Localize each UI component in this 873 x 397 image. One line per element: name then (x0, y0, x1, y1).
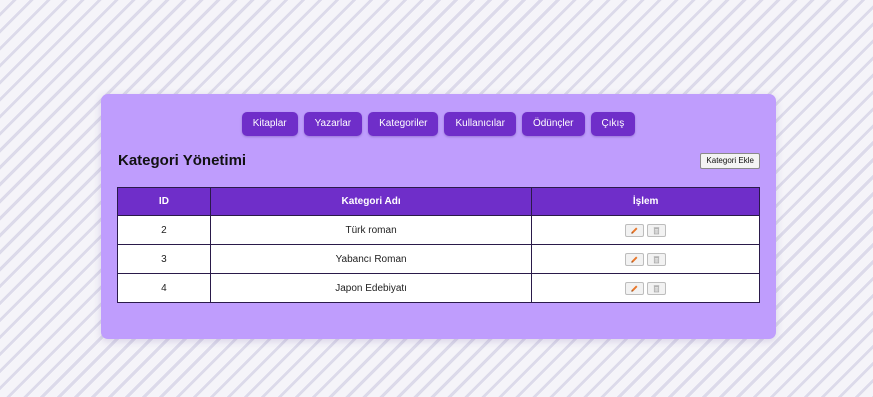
pencil-icon (631, 285, 638, 292)
delete-button[interactable] (647, 281, 667, 295)
column-header-actions: İşlem (531, 187, 760, 216)
column-header-name: Kategori Adı (209, 187, 533, 216)
table-row: 3 Yabancı Roman (117, 244, 760, 274)
nav-bar: Kitaplar Yazarlar Kategoriler Kullanıcıl… (101, 112, 776, 136)
cell-name: Türk roman (209, 215, 533, 245)
trash-icon (653, 226, 660, 234)
edit-button[interactable] (625, 252, 645, 266)
trash-icon (653, 284, 660, 292)
cell-id: 2 (117, 215, 211, 245)
cell-actions (531, 215, 760, 245)
table-row: 2 Türk roman (117, 215, 760, 245)
edit-button[interactable] (625, 223, 645, 237)
nav-button-kitaplar[interactable]: Kitaplar (241, 112, 298, 136)
trash-icon (653, 255, 660, 263)
cell-actions (531, 244, 760, 274)
table-header-row: ID Kategori Adı İşlem (117, 187, 760, 216)
nav-button-cikis[interactable]: Çıkış (590, 112, 636, 136)
category-table: ID Kategori Adı İşlem 2 Türk roman 3 Yab… (117, 187, 760, 303)
delete-button[interactable] (647, 223, 667, 237)
pencil-icon (631, 227, 638, 234)
page-background: Kitaplar Yazarlar Kategoriler Kullanıcıl… (4, 4, 869, 393)
edit-button[interactable] (625, 281, 645, 295)
nav-button-kategoriler[interactable]: Kategoriler (368, 112, 439, 136)
cell-id: 4 (117, 273, 211, 303)
page-title: Kategori Yönetimi (118, 152, 247, 169)
add-category-button[interactable]: Kategori Ekle (700, 153, 760, 169)
main-panel: Kitaplar Yazarlar Kategoriler Kullanıcıl… (101, 94, 776, 339)
nav-button-kullanicilar[interactable]: Kullanıcılar (444, 112, 516, 136)
cell-name: Yabancı Roman (209, 244, 533, 274)
cell-actions (531, 273, 760, 303)
column-header-id: ID (117, 187, 211, 216)
table-row: 4 Japon Edebiyatı (117, 273, 760, 303)
nav-button-oduncler[interactable]: Ödünçler (521, 112, 585, 136)
delete-button[interactable] (647, 252, 667, 266)
cell-id: 3 (117, 244, 211, 274)
nav-button-yazarlar[interactable]: Yazarlar (303, 112, 363, 136)
cell-name: Japon Edebiyatı (209, 273, 533, 303)
pencil-icon (631, 256, 638, 263)
